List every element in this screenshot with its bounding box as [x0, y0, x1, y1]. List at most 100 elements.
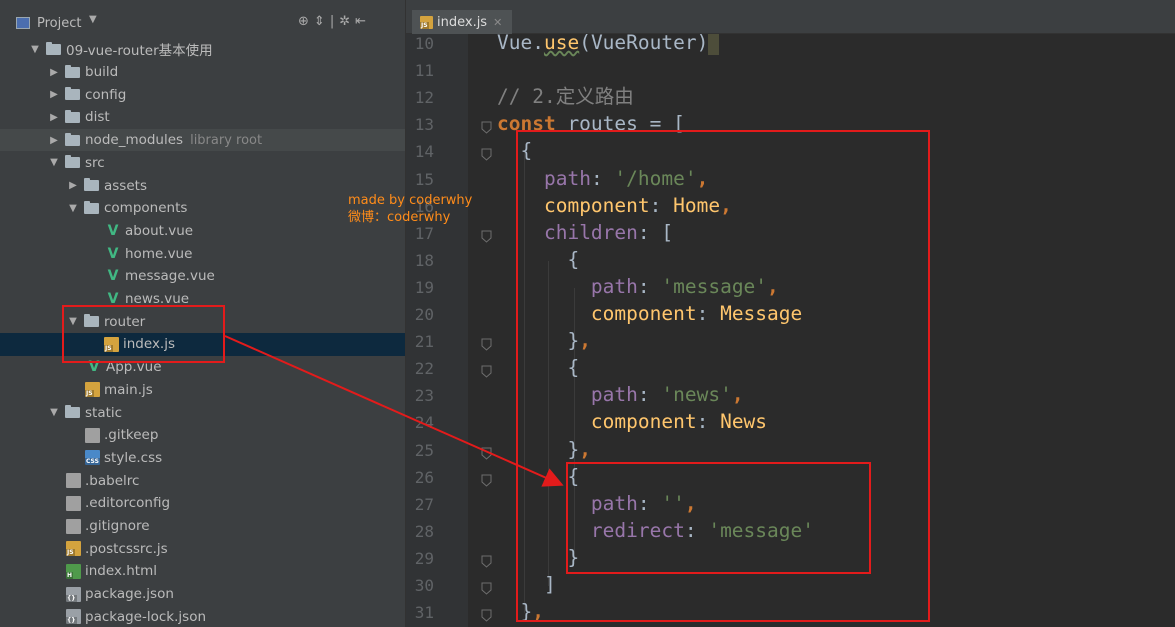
- js-file-icon: JS: [66, 541, 81, 557]
- tree-item-label: .gitkeep: [104, 427, 159, 444]
- tree-item-label: dist: [85, 109, 110, 126]
- line-number: 27: [414, 494, 434, 514]
- folder-icon: [46, 41, 61, 55]
- tree-item--postcssrc-js[interactable]: JS .postcssrc.js: [0, 537, 405, 560]
- locate-icon[interactable]: ⊕: [298, 14, 314, 29]
- tree-item-build[interactable]: ▶ build: [0, 61, 405, 84]
- line-number: 21: [414, 332, 434, 352]
- line-number: 20: [414, 305, 434, 324]
- line-number: 19: [414, 277, 434, 297]
- tree-item-label: assets: [104, 177, 147, 194]
- json-file-icon: {}: [66, 586, 81, 602]
- tree-item-label: build: [85, 64, 119, 81]
- tree-item-dist[interactable]: ▶ dist: [0, 106, 405, 129]
- tree-item-label: main.js: [104, 381, 153, 398]
- collapse-arrow-icon[interactable]: ▼: [28, 44, 42, 55]
- folder-icon: [65, 405, 80, 419]
- tree-item-label: about.vue: [125, 222, 194, 239]
- text-cursor: [708, 34, 720, 55]
- collapse-arrow-icon[interactable]: ▼: [47, 407, 61, 418]
- line-number: 11: [414, 61, 434, 81]
- json-file-icon: {}: [66, 609, 81, 625]
- tree-item-label: .gitignore: [85, 518, 150, 535]
- expand-arrow-icon[interactable]: ▶: [47, 67, 61, 78]
- line-number: 25: [414, 440, 434, 460]
- line-number: 17: [414, 223, 434, 243]
- tree-item-label: index.html: [85, 563, 157, 580]
- tree-item-09-vue-router-[interactable]: ▼ 09-vue-router基本使用: [0, 38, 405, 61]
- line-number: 13: [414, 115, 434, 135]
- tree-item-style-css[interactable]: CSS style.css: [0, 447, 405, 470]
- folder-icon: [65, 87, 80, 101]
- cfg-file-icon: [85, 427, 100, 443]
- collapse-arrow-icon[interactable]: ▼: [47, 157, 61, 168]
- tree-item-package-json[interactable]: {} package.json: [0, 583, 405, 606]
- line-number: 31: [414, 603, 434, 623]
- tree-item-home-vue[interactable]: Vhome.vue: [0, 242, 405, 265]
- line-number: 23: [414, 386, 434, 406]
- expand-arrow-icon[interactable]: ▶: [47, 135, 61, 146]
- gear-icon[interactable]: ✲: [339, 14, 355, 29]
- annotation-box-redirect: [566, 462, 871, 574]
- folder-icon: [65, 64, 80, 78]
- tree-item-static[interactable]: ▼ static: [0, 401, 405, 424]
- tree-item-label: style.css: [104, 449, 163, 466]
- tree-item-assets[interactable]: ▶ assets: [0, 174, 405, 197]
- folder-icon: [65, 132, 80, 146]
- css-file-icon: CSS: [85, 450, 100, 466]
- expand-arrow-icon[interactable]: ▶: [47, 89, 61, 100]
- line-number: 12: [414, 88, 434, 108]
- line-number: 28: [414, 521, 434, 541]
- tree-item-package-lock-json[interactable]: {} package-lock.json: [0, 606, 405, 627]
- tree-item-main-js[interactable]: JS main.js: [0, 379, 405, 402]
- panel-toolbar: ⊕⇕|✲⇤: [298, 14, 371, 29]
- library-root-hint: library root: [190, 132, 263, 148]
- tree-item-index-html[interactable]: Hindex.html: [0, 560, 405, 583]
- tree-item-components[interactable]: ▼ components: [0, 197, 405, 220]
- tree-item-about-vue[interactable]: Vabout.vue: [0, 220, 405, 243]
- folder-icon: [65, 155, 80, 169]
- tree-item-label: package.json: [85, 586, 174, 603]
- close-tab-icon[interactable]: ✕: [493, 16, 502, 29]
- tree-item-config[interactable]: ▶ config: [0, 83, 405, 106]
- editor-tab-bar: JS index.js ✕: [406, 0, 1175, 34]
- line-number: 26: [414, 467, 434, 487]
- tree-item-label: message.vue: [125, 268, 215, 285]
- line-number: 14: [414, 142, 434, 162]
- tree-item-label: home.vue: [125, 245, 193, 262]
- tree-item-label: .editorconfig: [85, 495, 171, 512]
- tree-item-message-vue[interactable]: Vmessage.vue: [0, 265, 405, 288]
- code-token: Vue.: [497, 34, 544, 54]
- expand-arrow-icon[interactable]: ▶: [47, 112, 61, 123]
- vue-file-icon: V: [107, 268, 119, 285]
- tree-item--editorconfig[interactable]: .editorconfig: [0, 492, 405, 515]
- folder-icon: [65, 109, 80, 123]
- expand-arrow-icon[interactable]: ▶: [66, 180, 80, 191]
- cfg-file-icon: [66, 518, 81, 534]
- folder-icon: [84, 178, 99, 192]
- tree-item--gitignore[interactable]: .gitignore: [0, 515, 405, 538]
- tree-item-label: src: [85, 154, 105, 171]
- hide-panel-icon[interactable]: ⇤: [355, 14, 371, 29]
- tree-item-label: node_modules: [85, 132, 184, 149]
- editor-tab-index-js[interactable]: JS index.js ✕: [412, 10, 513, 34]
- tree-item-src[interactable]: ▼ src: [0, 152, 405, 175]
- tree-item-label: .postcssrc.js: [85, 540, 168, 557]
- js-file-icon: JS: [420, 15, 433, 29]
- project-view-selector[interactable]: Project: [37, 16, 81, 31]
- line-number: 29: [414, 548, 434, 568]
- vue-file-icon: V: [107, 222, 119, 239]
- line-number: 18: [414, 250, 434, 270]
- tree-item-node-modules[interactable]: ▶ node_modules library root: [0, 128, 405, 152]
- collapse-arrow-icon[interactable]: ▼: [66, 203, 80, 214]
- tree-item--babelrc[interactable]: .babelrc: [0, 469, 405, 492]
- html-file-icon: H: [66, 563, 81, 579]
- tree-item--gitkeep[interactable]: .gitkeep: [0, 424, 405, 447]
- code-token: // 2.定义路由: [497, 85, 634, 109]
- folder-icon: [84, 200, 99, 214]
- collapse-all-icon[interactable]: ⇕: [314, 14, 330, 29]
- chevron-down-icon[interactable]: ▼: [89, 14, 97, 25]
- watermark-line-1: made by coderwhy: [348, 193, 473, 208]
- tree-item-label: config: [85, 86, 127, 103]
- code-line: // 2.定义路由: [497, 84, 634, 110]
